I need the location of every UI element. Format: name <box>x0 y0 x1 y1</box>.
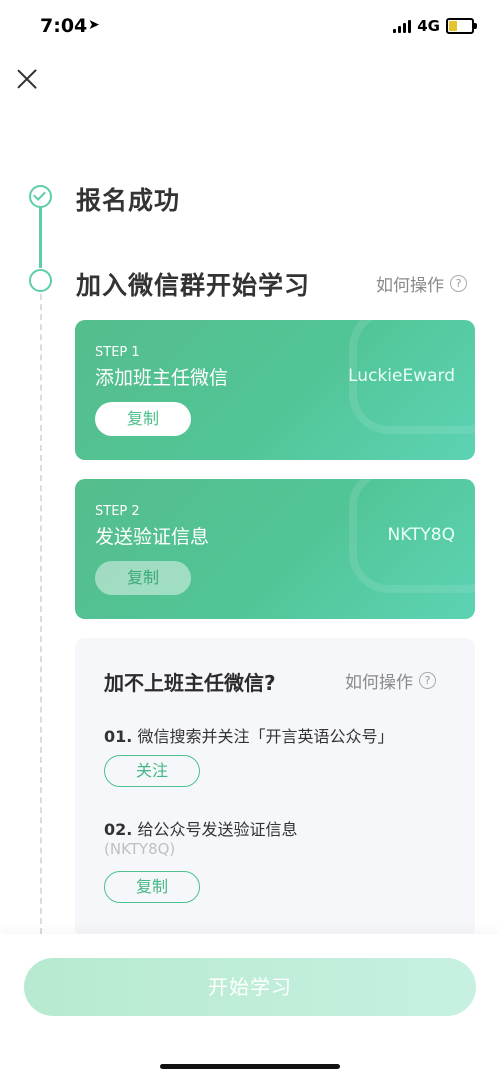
close-button[interactable] <box>14 66 40 92</box>
howto-label: 如何操作 <box>376 276 444 296</box>
verification-code: NKTY8Q <box>387 525 455 545</box>
status-indicators: 4G <box>393 17 477 35</box>
help-item-code: (NKTY8Q) <box>104 840 176 858</box>
timeline-check-icon <box>29 185 52 208</box>
start-learning-button[interactable]: 开始学习 <box>24 958 476 1016</box>
timeline-line-completed <box>39 206 42 268</box>
step-title: 添加班主任微信 <box>95 367 229 389</box>
step-title: 发送验证信息 <box>95 526 210 548</box>
step-label: STEP 2 <box>95 504 140 519</box>
step1-card: STEP 1 添加班主任微信 LuckieEward 复制 <box>75 320 475 460</box>
timeline-current-node <box>29 269 52 292</box>
battery-icon <box>446 18 477 34</box>
step-title-join-group: 加入微信群开始学习 <box>76 271 311 300</box>
howto-link[interactable]: 如何操作 ? <box>376 271 467 296</box>
step-title-registered: 报名成功 <box>76 186 181 215</box>
question-icon: ? <box>450 275 467 292</box>
copy-wechat-button[interactable]: 复制 <box>95 402 191 436</box>
wechat-id: LuckieEward <box>348 366 455 386</box>
timeline-line-pending <box>40 294 42 934</box>
copy-code-button[interactable]: 复制 <box>95 561 191 595</box>
step2-card: STEP 2 发送验证信息 NKTY8Q 复制 <box>75 479 475 619</box>
copy-button[interactable]: 复制 <box>104 871 200 903</box>
howto-label: 如何操作 <box>345 673 413 693</box>
help-title: 加不上班主任微信? <box>104 671 276 695</box>
help-item-follow: 01. 微信搜索并关注「开言英语公众号」 <box>104 723 393 747</box>
location-arrow-icon: ➤ <box>88 17 100 33</box>
item-number: 02. <box>104 820 133 839</box>
cellular-signal-icon <box>393 19 412 33</box>
status-bar: 7:04 ➤ 4G <box>0 0 500 54</box>
network-type: 4G <box>417 17 440 35</box>
question-icon: ? <box>419 672 436 689</box>
status-time: 7:04 <box>40 15 88 37</box>
step-label: STEP 1 <box>95 345 140 360</box>
help-item-send: 02. 给公众号发送验证信息 <box>104 816 297 840</box>
follow-button[interactable]: 关注 <box>104 755 200 787</box>
help-howto-link[interactable]: 如何操作 ? <box>345 668 436 693</box>
home-indicator <box>160 1064 340 1069</box>
item-number: 01. <box>104 727 133 746</box>
help-box: 加不上班主任微信? 如何操作 ? 01. 微信搜索并关注「开言英语公众号」 关注… <box>75 638 475 938</box>
item-text: 给公众号发送验证信息 <box>137 820 298 839</box>
item-text: 微信搜索并关注「开言英语公众号」 <box>137 727 394 746</box>
